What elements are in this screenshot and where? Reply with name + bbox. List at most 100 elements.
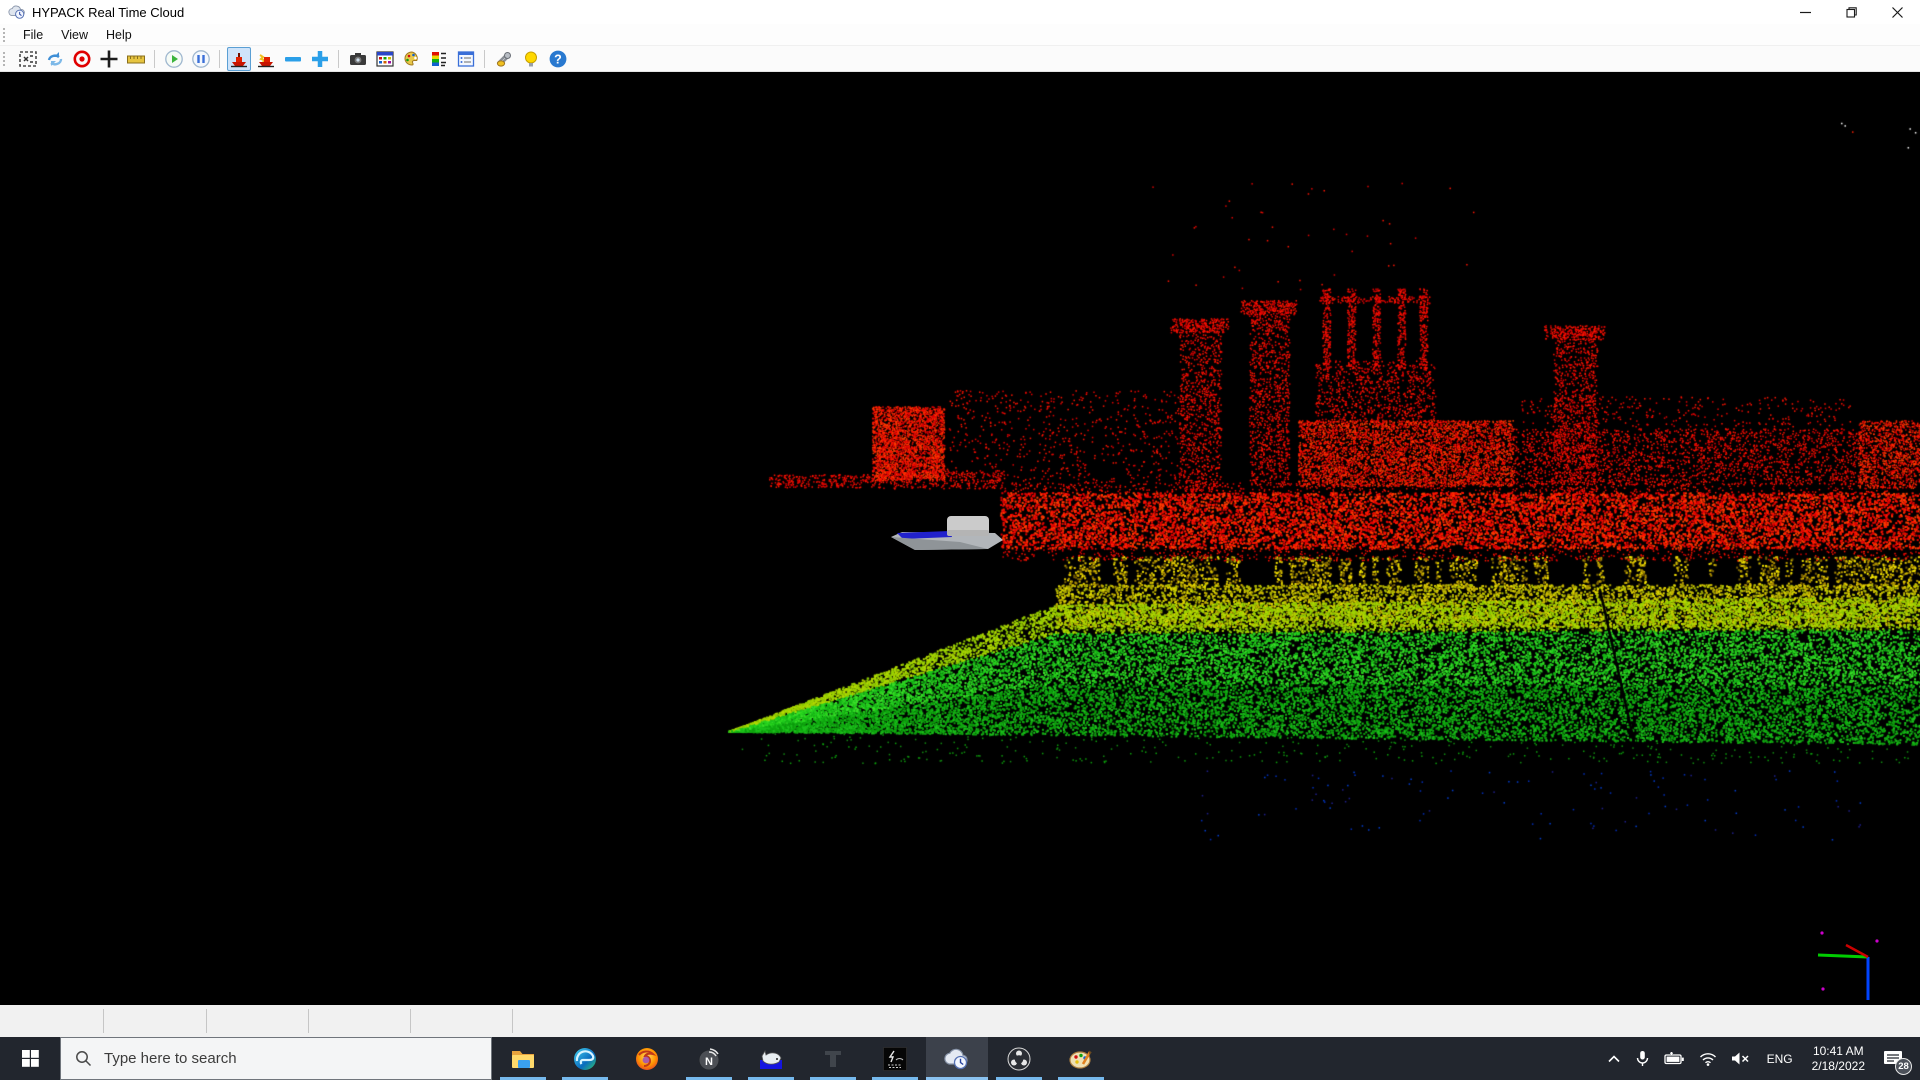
tray-microphone[interactable]	[1628, 1037, 1657, 1080]
point-cloud-viewport[interactable]	[0, 72, 1920, 1005]
system-tray: ENG 10:41 AM 2/18/2022 28	[1600, 1037, 1920, 1080]
target-record-button[interactable]	[70, 47, 94, 71]
menu-help[interactable]: Help	[97, 25, 141, 45]
taskbar-app-paint[interactable]	[1050, 1037, 1112, 1080]
toolbar-separator	[219, 50, 220, 68]
target-icon	[72, 49, 92, 69]
statusbar-separator	[308, 1009, 309, 1033]
menu-file[interactable]: File	[14, 25, 52, 45]
toolbar: ?	[0, 46, 1920, 72]
taskbar-app-hypack-rtc[interactable]	[926, 1037, 988, 1080]
taskbar-app-file-explorer[interactable]	[492, 1037, 554, 1080]
title-bar: HYPACK Real Time Cloud	[0, 0, 1920, 24]
boat-event-button[interactable]	[254, 47, 278, 71]
app-window: HYPACK Real Time Cloud File View Help	[0, 0, 1920, 1080]
status-bar	[0, 1005, 1920, 1037]
tray-language[interactable]: ENG	[1757, 1052, 1803, 1066]
search-icon	[75, 1050, 92, 1067]
crosshair-button[interactable]	[97, 47, 121, 71]
crosshair-icon	[99, 49, 119, 69]
taskbar-app-firefox[interactable]	[616, 1037, 678, 1080]
nmea-network-icon: N	[696, 1046, 722, 1072]
tray-volume-muted[interactable]	[1724, 1037, 1757, 1080]
faded-t-icon	[820, 1046, 846, 1072]
start-button[interactable]	[0, 1037, 60, 1080]
tray-action-center[interactable]: 28	[1874, 1037, 1916, 1080]
search-placeholder: Type here to search	[104, 1050, 237, 1067]
zoom-extents-button[interactable]	[16, 47, 40, 71]
zoom-out-button[interactable]	[281, 47, 305, 71]
pause-button[interactable]	[189, 47, 213, 71]
minimize-button[interactable]	[1782, 0, 1828, 24]
taskbar-apps: N	[492, 1037, 1112, 1080]
file-explorer-icon	[510, 1046, 536, 1072]
help-button[interactable]: ?	[546, 47, 570, 71]
lightbulb-icon	[521, 49, 541, 69]
taskbar: Type here to search	[0, 1037, 1920, 1080]
taskbar-app-edge[interactable]	[554, 1037, 616, 1080]
viewport-overlay	[0, 72, 1920, 1005]
pause-icon	[191, 49, 211, 69]
panel-window-icon	[456, 49, 476, 69]
tray-date: 2/18/2022	[1812, 1059, 1865, 1074]
refresh-button[interactable]	[43, 47, 67, 71]
taskbar-search[interactable]: Type here to search	[60, 1037, 492, 1080]
play-button[interactable]	[162, 47, 186, 71]
menubar-grip[interactable]	[3, 28, 8, 42]
toolbar-separator	[484, 50, 485, 68]
snapshot-button[interactable]	[346, 47, 370, 71]
axis-indicator	[1818, 931, 1879, 1000]
statusbar-separator	[103, 1009, 104, 1033]
toolbar-separator	[338, 50, 339, 68]
help-icon: ?	[548, 49, 568, 69]
ruler-icon	[126, 49, 146, 69]
wifi-icon	[1699, 1052, 1717, 1066]
tray-wifi[interactable]	[1692, 1037, 1724, 1080]
zoom-extents-icon	[18, 49, 38, 69]
tray-time: 10:41 AM	[1812, 1044, 1865, 1059]
tip-button[interactable]	[519, 47, 543, 71]
statusbar-separator	[206, 1009, 207, 1033]
palette-button[interactable]	[400, 47, 424, 71]
taskbar-app-faded-t[interactable]	[802, 1037, 864, 1080]
toolbar-grip[interactable]	[3, 52, 8, 66]
taskbar-app-nmea-network[interactable]: N	[678, 1037, 740, 1080]
color-scale-legend-icon	[429, 49, 449, 69]
camera-icon	[348, 49, 368, 69]
taskbar-app-hypack-whale[interactable]	[740, 1037, 802, 1080]
microphone-icon	[1635, 1050, 1650, 1067]
ruler-button[interactable]	[124, 47, 148, 71]
palette-icon	[402, 49, 422, 69]
tray-battery[interactable]	[1657, 1037, 1692, 1080]
firefox-browser-icon	[634, 1046, 660, 1072]
hypack-whale-icon	[758, 1046, 784, 1072]
tray-clock[interactable]: 10:41 AM 2/18/2022	[1803, 1044, 1874, 1074]
close-icon	[1892, 7, 1903, 18]
matrix-button[interactable]	[373, 47, 397, 71]
boat-yellow-icon	[256, 49, 276, 69]
taskbar-app-obs-studio[interactable]	[988, 1037, 1050, 1080]
menu-view[interactable]: View	[52, 25, 97, 45]
boat-follow-button[interactable]	[227, 47, 251, 71]
play-icon	[164, 49, 184, 69]
battery-charging-icon	[1664, 1052, 1685, 1066]
app-cloud-clock-icon	[8, 4, 26, 20]
obs-studio-icon	[1006, 1046, 1032, 1072]
taskbar-app-survey-chart[interactable]	[864, 1037, 926, 1080]
tools-button[interactable]	[492, 47, 516, 71]
maximize-button[interactable]	[1828, 0, 1874, 24]
statusbar-separator	[512, 1009, 513, 1033]
panel-settings-button[interactable]	[454, 47, 478, 71]
notification-badge: 28	[1895, 1058, 1912, 1075]
window-title: HYPACK Real Time Cloud	[32, 5, 184, 20]
axis-x-line	[1818, 955, 1868, 957]
svg-text:N: N	[705, 1056, 713, 1068]
color-scale-button[interactable]	[427, 47, 451, 71]
svg-text:?: ?	[554, 52, 562, 66]
close-button[interactable]	[1874, 0, 1920, 24]
restore-icon	[1846, 7, 1857, 18]
survey-chart-icon	[882, 1046, 908, 1072]
edge-browser-icon	[572, 1046, 598, 1072]
zoom-in-button[interactable]	[308, 47, 332, 71]
tray-hidden-icons-chevron[interactable]	[1600, 1037, 1628, 1080]
